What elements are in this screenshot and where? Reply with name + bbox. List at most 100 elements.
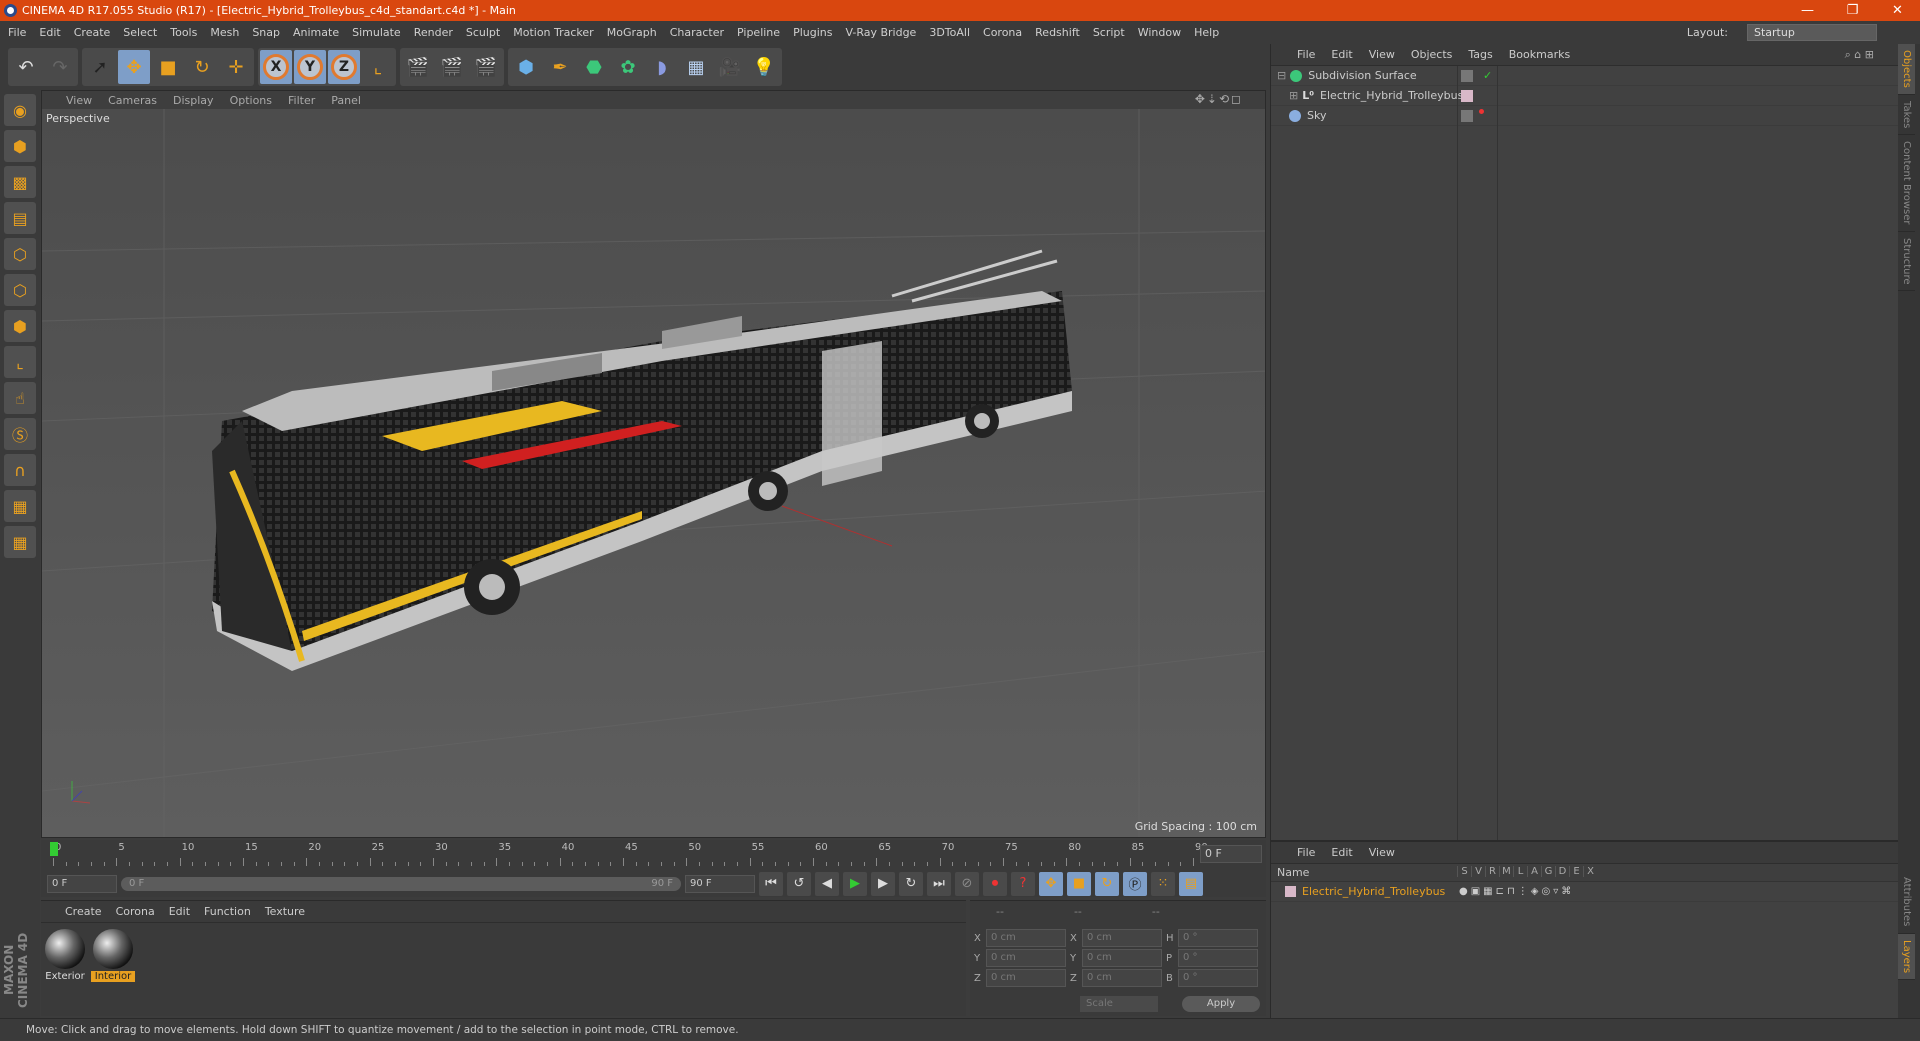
magnet-icon[interactable]: ∩ xyxy=(4,454,36,486)
transform-icon[interactable]: ✛ xyxy=(220,50,252,84)
material-menu-function[interactable]: Function xyxy=(204,905,251,918)
objects-menu-view[interactable]: View xyxy=(1369,48,1395,61)
tab-objects[interactable]: Objects xyxy=(1898,44,1915,95)
key-point-level-icon[interactable]: ⁙ xyxy=(1151,871,1175,896)
material-interior[interactable]: Interior xyxy=(91,929,135,982)
tweak-icon[interactable]: ☝ xyxy=(4,382,36,414)
material-menu-edit[interactable]: Edit xyxy=(169,905,190,918)
layer-column-d[interactable]: D xyxy=(1555,866,1569,877)
position-z-field[interactable]: 0 cm xyxy=(986,969,1066,987)
layer-column-s[interactable]: S xyxy=(1457,866,1471,877)
render-view-icon[interactable]: 🎬 xyxy=(402,50,434,84)
menu-pipeline[interactable]: Pipeline xyxy=(737,26,780,39)
key-scale-icon[interactable]: ■ xyxy=(1067,871,1091,896)
locked-workplane-icon[interactable]: ▦ xyxy=(4,490,36,522)
menu-plugins[interactable]: Plugins xyxy=(793,26,832,39)
apply-button[interactable]: Apply xyxy=(1182,996,1260,1012)
rotation-b-field[interactable]: 0 ° xyxy=(1178,969,1258,987)
viewport-menu-view[interactable]: View xyxy=(66,94,92,107)
viewport-menu-panel[interactable]: Panel xyxy=(331,94,361,107)
material-menu-create[interactable]: Create xyxy=(65,905,102,918)
next-frame-icon[interactable]: ▶ xyxy=(871,871,895,896)
material-menu-texture[interactable]: Texture xyxy=(265,905,305,918)
undo-icon[interactable]: ↶ xyxy=(10,50,42,84)
tab-attributes[interactable]: Attributes xyxy=(1898,871,1915,934)
objects-menu-tags[interactable]: Tags xyxy=(1468,48,1492,61)
previous-key-icon[interactable]: ↺ xyxy=(787,871,811,896)
size-z-field[interactable]: 0 cm xyxy=(1082,969,1162,987)
collapse-icon[interactable]: ⊟ xyxy=(1277,69,1286,82)
close-button[interactable]: ✕ xyxy=(1875,0,1920,21)
edges-mode-icon[interactable]: ⬡ xyxy=(4,274,36,306)
menu-help[interactable]: Help xyxy=(1194,26,1219,39)
layer-column-l[interactable]: L xyxy=(1513,866,1527,877)
layers-menu-view[interactable]: View xyxy=(1369,846,1395,859)
timeline-window-icon[interactable]: ▤ xyxy=(1179,871,1203,896)
key-position-icon[interactable]: ✥ xyxy=(1039,871,1063,896)
next-key-icon[interactable]: ↻ xyxy=(899,871,923,896)
size-x-field[interactable]: 0 cm xyxy=(1082,929,1162,947)
visibility-toggle[interactable] xyxy=(1461,70,1473,82)
key-rotation-icon[interactable]: ↻ xyxy=(1095,871,1119,896)
layer-color-tag[interactable] xyxy=(1461,90,1473,102)
cube-icon[interactable]: ⬢ xyxy=(510,50,542,84)
floor-icon[interactable]: ▦ xyxy=(680,50,712,84)
rotation-p-field[interactable]: 0 ° xyxy=(1178,949,1258,967)
record-keys-icon[interactable]: ⊘ xyxy=(955,871,979,896)
objects-menu-edit[interactable]: Edit xyxy=(1331,48,1352,61)
expand-icon[interactable]: ⊞ xyxy=(1289,89,1298,102)
menu-select[interactable]: Select xyxy=(123,26,157,39)
frame-range-slider[interactable]: 0 F 90 F xyxy=(121,876,681,891)
layout-dropdown[interactable]: Startup xyxy=(1747,24,1877,41)
snap-icon[interactable]: Ⓢ xyxy=(4,418,36,450)
coord-mode-dropdown[interactable]: Scale xyxy=(1080,996,1158,1012)
timeline[interactable]: 051015202530354045505560657075808590 0 F xyxy=(41,840,1266,870)
material-exterior[interactable]: Exterior xyxy=(43,929,87,982)
menu-snap[interactable]: Snap xyxy=(252,26,280,39)
menu-character[interactable]: Character xyxy=(670,26,724,39)
menu-mograph[interactable]: MoGraph xyxy=(607,26,657,39)
layer-column-r[interactable]: R xyxy=(1485,866,1499,877)
menu-tools[interactable]: Tools xyxy=(170,26,197,39)
render-picture-viewer-icon[interactable]: 🎬 xyxy=(436,50,468,84)
layer-column-a[interactable]: A xyxy=(1527,866,1541,877)
mograph-icon[interactable]: ✿ xyxy=(612,50,644,84)
menu-simulate[interactable]: Simulate xyxy=(352,26,401,39)
playhead[interactable] xyxy=(50,842,58,856)
keyframe-selection-icon[interactable]: ? xyxy=(1011,871,1035,896)
menu-file[interactable]: File xyxy=(8,26,26,39)
visibility-toggle[interactable] xyxy=(1461,110,1473,122)
rotation-h-field[interactable]: 0 ° xyxy=(1178,929,1258,947)
coordinate-system-icon[interactable]: ⌞ xyxy=(362,50,394,84)
layer-column-m[interactable]: M xyxy=(1499,866,1513,877)
layer-flag-icons[interactable]: ●▣▦⊏⊓⋮◈◎▿⌘ xyxy=(1459,886,1574,897)
enabled-check-icon[interactable]: ✓ xyxy=(1483,69,1492,82)
move-icon[interactable]: ✥ xyxy=(118,50,150,84)
viewport-menu-filter[interactable]: Filter xyxy=(288,94,315,107)
render-settings-icon[interactable]: 🎬 xyxy=(470,50,502,84)
go-to-end-icon[interactable]: ⏭ xyxy=(927,871,951,896)
axis-mode-icon[interactable]: ⌞ xyxy=(4,346,36,378)
z-axis-button[interactable]: Z xyxy=(328,50,360,84)
tab-content-browser[interactable]: Content Browser xyxy=(1898,135,1915,232)
play-icon[interactable]: ▶ xyxy=(843,871,867,896)
light-icon[interactable]: 💡 xyxy=(748,50,780,84)
object-manager-search-icon[interactable]: ⌕ ⌂ ⊞ xyxy=(1845,48,1874,62)
menu-vray-bridge[interactable]: V-Ray Bridge xyxy=(845,26,916,39)
menu-edit[interactable]: Edit xyxy=(39,26,60,39)
current-frame-field[interactable]: 0 F xyxy=(1200,845,1262,863)
menu-mesh[interactable]: Mesh xyxy=(210,26,239,39)
select-icon[interactable]: ➚ xyxy=(84,50,116,84)
scale-icon[interactable]: ■ xyxy=(152,50,184,84)
menu-redshift[interactable]: Redshift xyxy=(1035,26,1080,39)
menu-create[interactable]: Create xyxy=(74,26,111,39)
planar-workplane-icon[interactable]: ▦ xyxy=(4,526,36,558)
menu-sculpt[interactable]: Sculpt xyxy=(466,26,500,39)
position-x-field[interactable]: 0 cm xyxy=(986,929,1066,947)
menu-script[interactable]: Script xyxy=(1093,26,1125,39)
maximize-button[interactable]: ❐ xyxy=(1830,0,1875,21)
layer-column-e[interactable]: E xyxy=(1569,866,1583,877)
viewport-menu-options[interactable]: Options xyxy=(230,94,272,107)
redo-icon[interactable]: ↷ xyxy=(44,50,76,84)
key-parameter-icon[interactable]: Ⓟ xyxy=(1123,871,1147,896)
